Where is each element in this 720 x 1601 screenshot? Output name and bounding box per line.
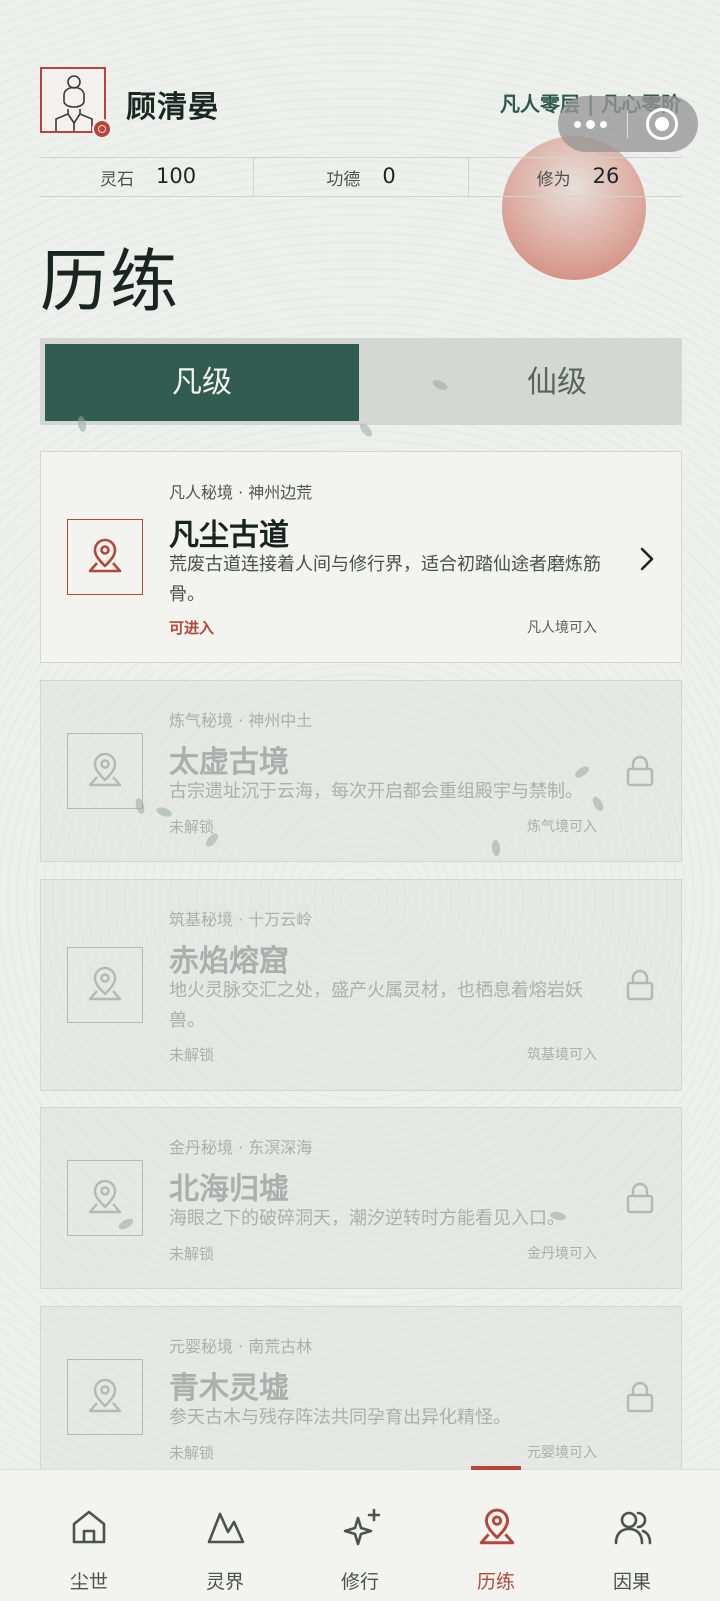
- realm-card[interactable]: 元婴秘境 · 南荒古林 青木灵墟 参天古木与残存阵法共同孕育出异化精怪。 未解锁…: [40, 1306, 682, 1488]
- stat-cultivation: 修为 26: [469, 158, 682, 196]
- nav-item-world[interactable]: 尘世: [29, 1470, 149, 1601]
- more-icon[interactable]: [574, 114, 618, 134]
- miniprogram-capsule: [558, 96, 698, 152]
- stats-bar: 灵石 100 功德 0 修为 26: [40, 157, 682, 197]
- lock-icon: [626, 755, 654, 787]
- map-pin-icon: [88, 752, 122, 787]
- lock-icon: [626, 1381, 654, 1413]
- stat-label: 灵石: [100, 170, 134, 190]
- chevron-right-icon[interactable]: [639, 546, 655, 572]
- realm-status: 未解锁: [169, 1444, 215, 1462]
- settings-badge-icon[interactable]: [92, 119, 112, 139]
- realm-name: 赤焰熔窟: [169, 944, 289, 979]
- stat-value: 0: [382, 164, 396, 188]
- stat-merit: 功德 0: [254, 158, 469, 196]
- realm-card[interactable]: 金丹秘境 · 东溟深海 北海归墟 海眼之下的破碎洞天，潮汐逆转时方能看见入口。 …: [40, 1107, 682, 1289]
- realm-subtitle: 炼气秘境 · 神州中土: [169, 711, 313, 730]
- nav-label: 尘世: [69, 1571, 108, 1593]
- username: 顾清晏: [126, 90, 219, 125]
- realm-name: 太虚古境: [169, 745, 289, 780]
- stat-value: 26: [592, 164, 620, 188]
- realm-subtitle: 金丹秘境 · 东溟深海: [169, 1138, 313, 1157]
- map-pin-icon: [479, 1508, 515, 1545]
- users-icon: [614, 1511, 652, 1545]
- grade-tabs: 凡级 仙级: [40, 338, 682, 425]
- realm-status: 可进入: [169, 619, 215, 637]
- realm-name: 凡尘古道: [169, 518, 289, 553]
- tab-immortal-grade[interactable]: 仙级: [400, 344, 714, 421]
- realm-description: 海眼之下的破碎洞天，潮汐逆转时方能看见入口。: [169, 1208, 565, 1229]
- realm-description: 参天古木与残存阵法共同孕育出异化精怪。: [169, 1407, 511, 1428]
- realm-status: 未解锁: [169, 1046, 215, 1064]
- realm-requirement: 金丹境可入: [527, 1246, 597, 1262]
- realm-subtitle: 凡人秘境 · 神州边荒: [169, 483, 313, 502]
- realm-status: 未解锁: [169, 1245, 215, 1263]
- avatar-portrait-icon: [55, 75, 93, 131]
- realm-subtitle: 筑基秘境 · 十万云岭: [169, 910, 313, 929]
- nav-label: 历练: [476, 1571, 515, 1593]
- nav-item-trials[interactable]: 历练: [436, 1470, 556, 1601]
- capsule-divider: [627, 110, 628, 138]
- realm-subtitle: 元婴秘境 · 南荒古林: [169, 1337, 313, 1356]
- nav-label: 修行: [340, 1571, 379, 1593]
- realm-requirement: 元婴境可入: [527, 1445, 597, 1461]
- realm-requirement: 炼气境可入: [527, 819, 597, 835]
- realm-icon-box: [67, 947, 143, 1023]
- stat-spirit-stone: 灵石 100: [40, 158, 255, 196]
- bottom-nav: 尘世 灵界 修行 历练 因果: [0, 1466, 720, 1601]
- close-target-icon[interactable]: [646, 108, 678, 140]
- map-pin-icon: [88, 966, 122, 1001]
- realm-requirement: 凡人境可入: [527, 620, 597, 636]
- realm-card[interactable]: 凡人秘境 · 神州边荒 凡尘古道 荒废古道连接着人间与修行界，适合初踏仙途者磨炼…: [40, 451, 682, 663]
- nav-item-karma[interactable]: 因果: [572, 1470, 692, 1601]
- realm-icon-box: [67, 733, 143, 809]
- stat-label: 功德: [326, 170, 361, 190]
- realm-description: 古宗遗址沉于云海，每次开启都会重组殿宇与禁制。: [169, 781, 583, 802]
- realm-icon-box: [67, 1359, 143, 1435]
- realm-requirement: 筑基境可入: [527, 1047, 597, 1063]
- map-pin-icon: [88, 1378, 122, 1413]
- home-icon: [72, 1510, 106, 1544]
- page-title: 历练: [40, 243, 181, 322]
- lock-icon: [626, 969, 654, 1001]
- sparkle-icon: [343, 1508, 381, 1546]
- realm-description: 地火灵脉交汇之处，盛产火属灵材，也栖息着熔岩妖兽。: [169, 980, 583, 1031]
- realm-description: 荒废古道连接着人间与修行界，适合初踏仙途者磨炼筋骨。: [169, 554, 601, 605]
- tab-mortal-grade[interactable]: 凡级: [45, 344, 359, 421]
- map-pin-icon: [88, 538, 122, 573]
- realm-icon-box: [67, 519, 143, 595]
- nav-label: 灵界: [205, 1571, 244, 1593]
- lock-icon: [626, 1182, 654, 1214]
- mountain-icon: [207, 1512, 245, 1544]
- nav-item-cultivation[interactable]: 修行: [300, 1470, 420, 1601]
- stat-label: 修为: [536, 170, 571, 190]
- realm-name: 青木灵墟: [169, 1371, 289, 1406]
- map-pin-icon: [88, 1179, 122, 1214]
- stat-value: 100: [156, 164, 197, 188]
- realm-card[interactable]: 筑基秘境 · 十万云岭 赤焰熔窟 地火灵脉交汇之处，盛产火属灵材，也栖息着熔岩妖…: [40, 879, 682, 1091]
- realm-status: 未解锁: [169, 818, 215, 836]
- nav-item-spirit-realm[interactable]: 灵界: [165, 1470, 285, 1601]
- nav-label: 因果: [612, 1571, 651, 1593]
- realm-name: 北海归墟: [169, 1172, 289, 1207]
